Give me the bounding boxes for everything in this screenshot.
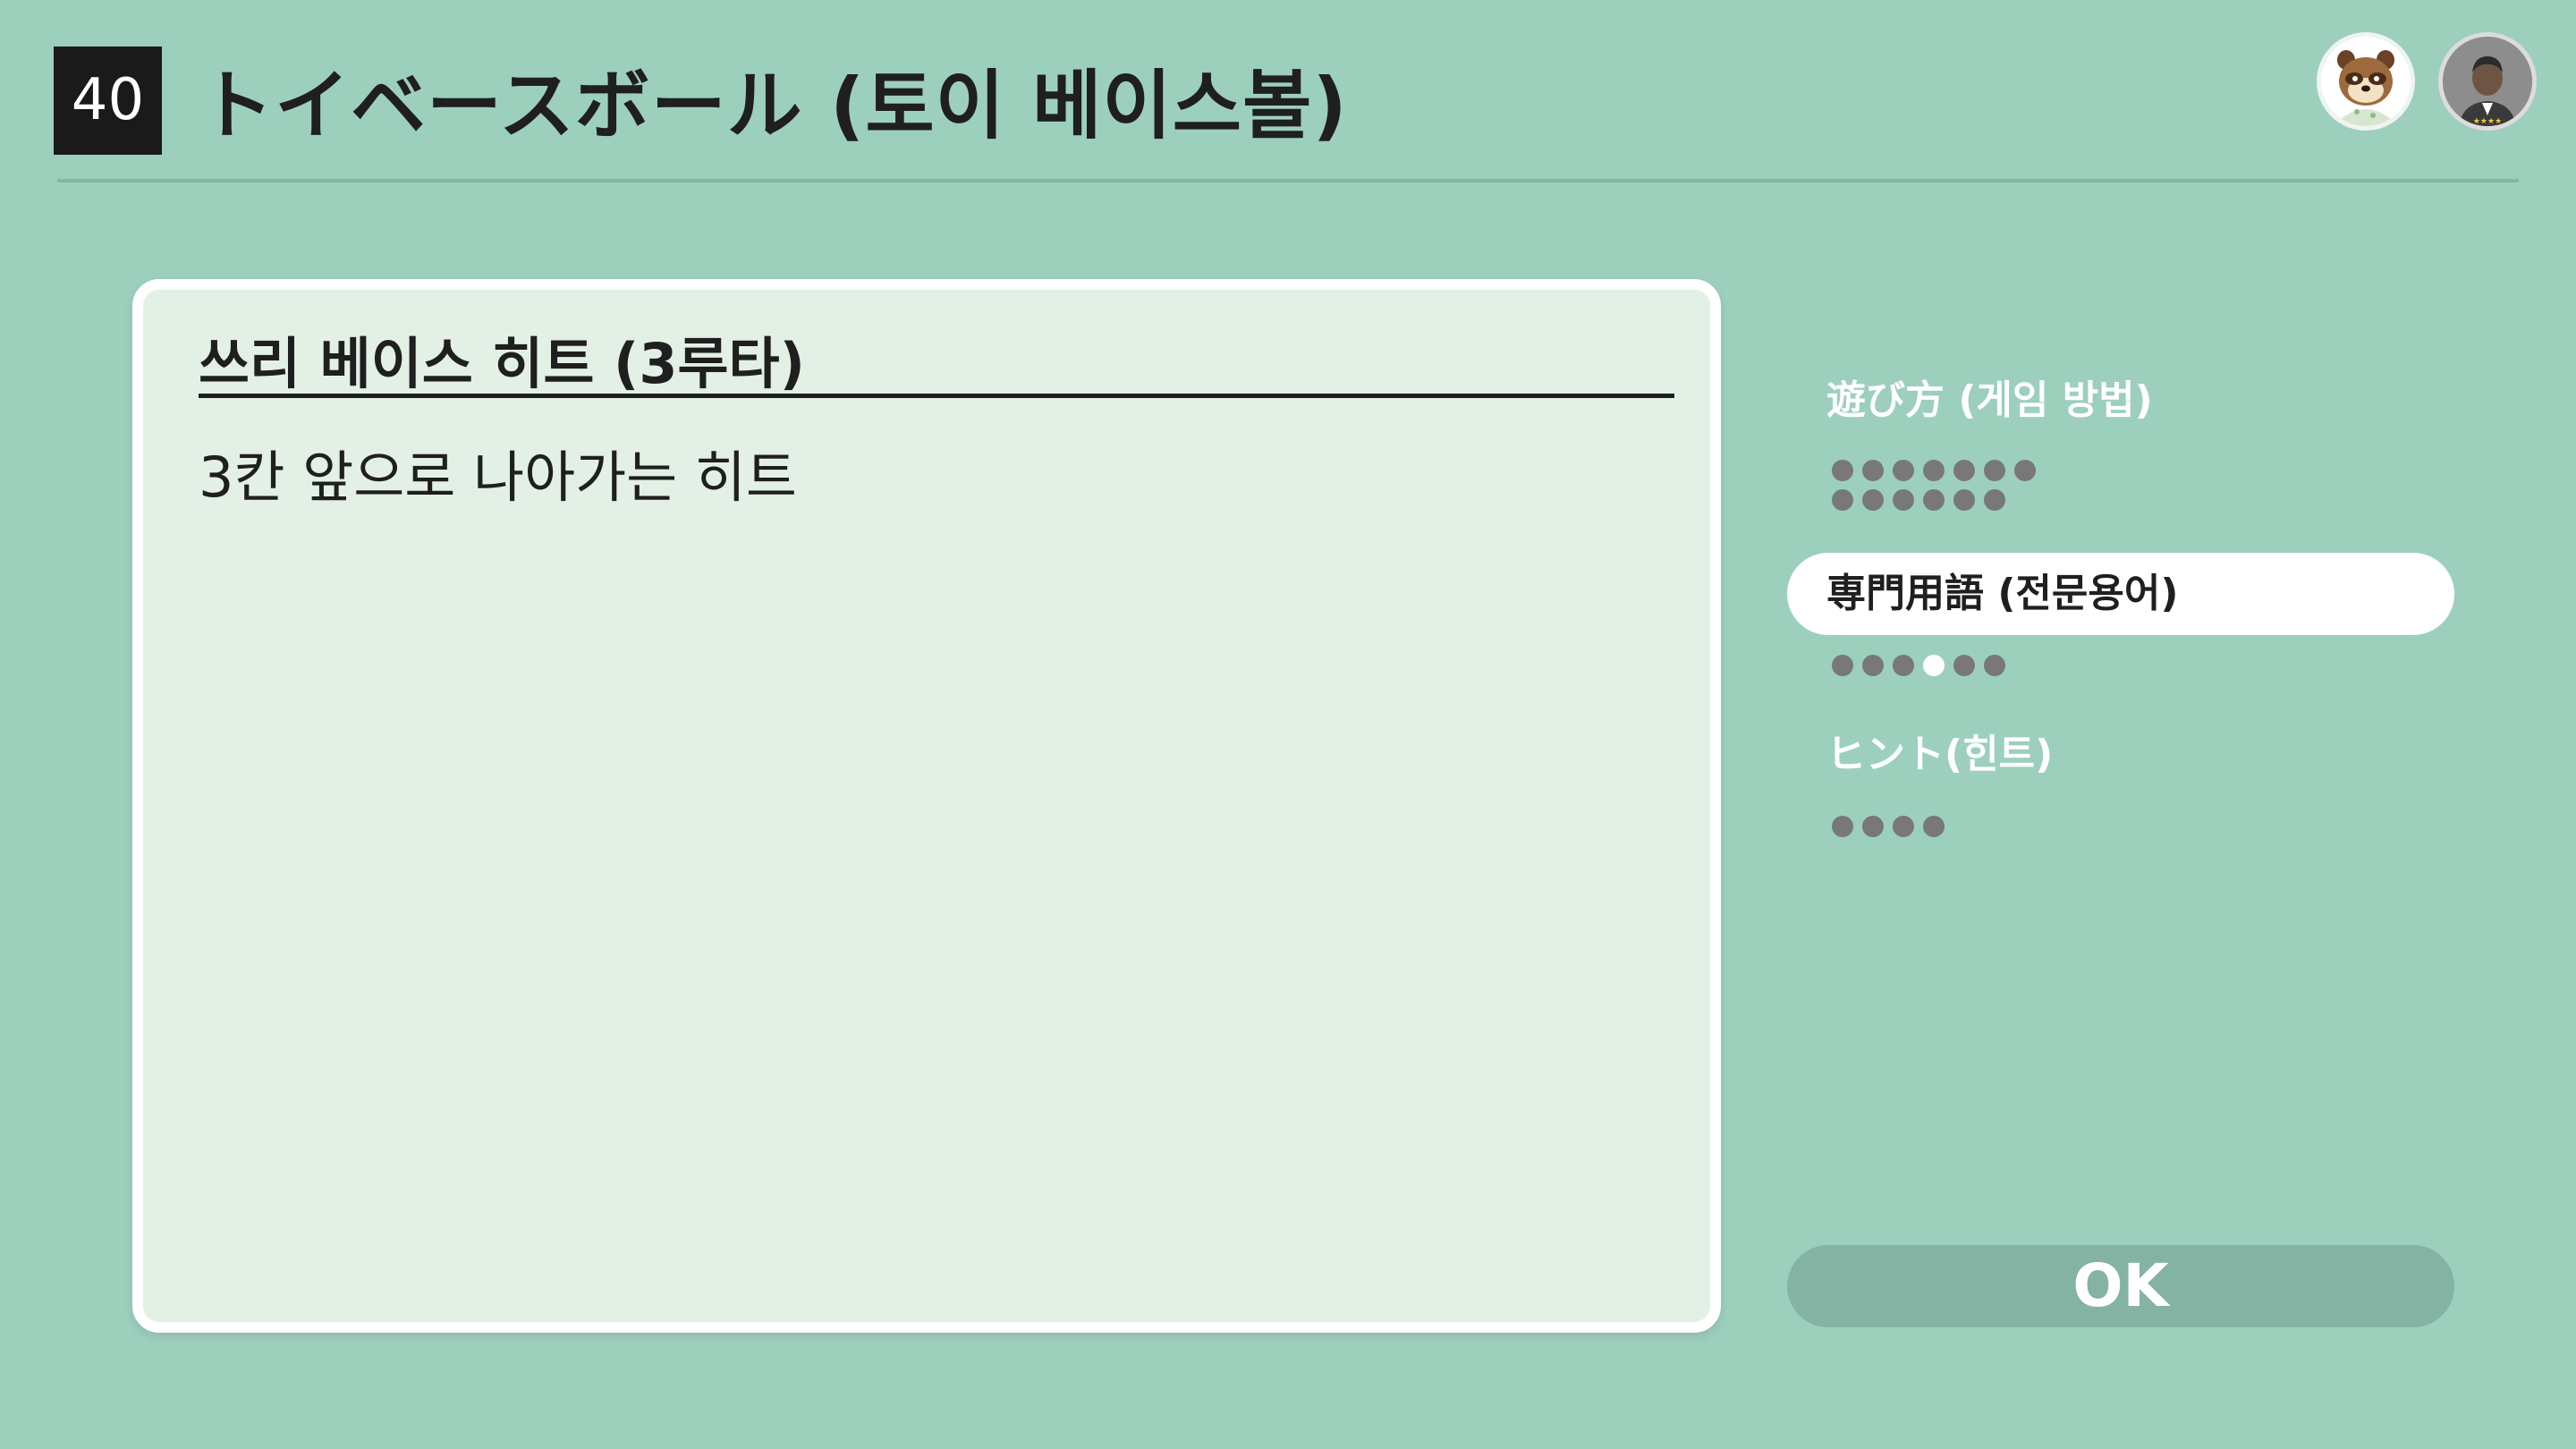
- page-dot: [1893, 489, 1914, 511]
- page-indicator-terminology: [1832, 655, 2046, 676]
- page-dot: [1862, 816, 1884, 837]
- page-dot: [1832, 489, 1853, 511]
- page-dot: [1953, 460, 1975, 481]
- menu-item-hints[interactable]: ヒント(힌트): [1787, 714, 2454, 796]
- raccoon-character-avatar[interactable]: [2317, 32, 2415, 131]
- page-dot: [1893, 460, 1914, 481]
- page-dot: [1984, 489, 2005, 511]
- menu-item-terminology[interactable]: 専門用語 (전문용어): [1787, 553, 2454, 635]
- header-divider: [57, 179, 2519, 182]
- page-dot: [1984, 655, 2005, 676]
- page-dot: [1923, 489, 1945, 511]
- page-dot: [1923, 460, 1945, 481]
- page-dot: [1984, 460, 2005, 481]
- page-indicator-hints: [1832, 816, 2046, 837]
- term-description: 3칸 앞으로 나아가는 히트: [199, 445, 797, 510]
- page-dot: [1862, 460, 1884, 481]
- page-dot: [1953, 655, 1975, 676]
- page-dot: [1893, 816, 1914, 837]
- menu-item-how-to-play[interactable]: 遊び方 (게임 방법): [1787, 360, 2454, 442]
- page-dot: [1832, 655, 1853, 676]
- page-indicator-how-to-play: [1832, 460, 2046, 511]
- page-dot: [1862, 489, 1884, 511]
- term-title: 쓰리 베이스 히트 (3루타): [199, 331, 805, 396]
- page-dot: [1923, 816, 1945, 837]
- raccoon-character-icon: [2321, 37, 2411, 126]
- page-dot: [1862, 655, 1884, 676]
- ok-button[interactable]: OK: [1787, 1245, 2454, 1327]
- page-dot: [2014, 460, 2036, 481]
- page-dot: [1953, 489, 1975, 511]
- page-dot: [1832, 816, 1853, 837]
- term-title-divider: [199, 394, 1674, 398]
- page-dot: [1923, 655, 1945, 676]
- term-detail-card: 쓰리 베이스 히트 (3루타) 3칸 앞으로 나아가는 히트: [132, 279, 1721, 1333]
- page-dot: [1893, 655, 1914, 676]
- player-profile-icon: ★★★★: [2443, 37, 2532, 126]
- game-title: トイベースボール (토이 베이스볼): [199, 62, 1348, 149]
- game-number-badge: 40: [54, 47, 162, 155]
- svg-text:★★★★: ★★★★: [2473, 117, 2502, 126]
- page-dot: [1832, 460, 1853, 481]
- player-avatar[interactable]: ★★★★: [2438, 32, 2537, 131]
